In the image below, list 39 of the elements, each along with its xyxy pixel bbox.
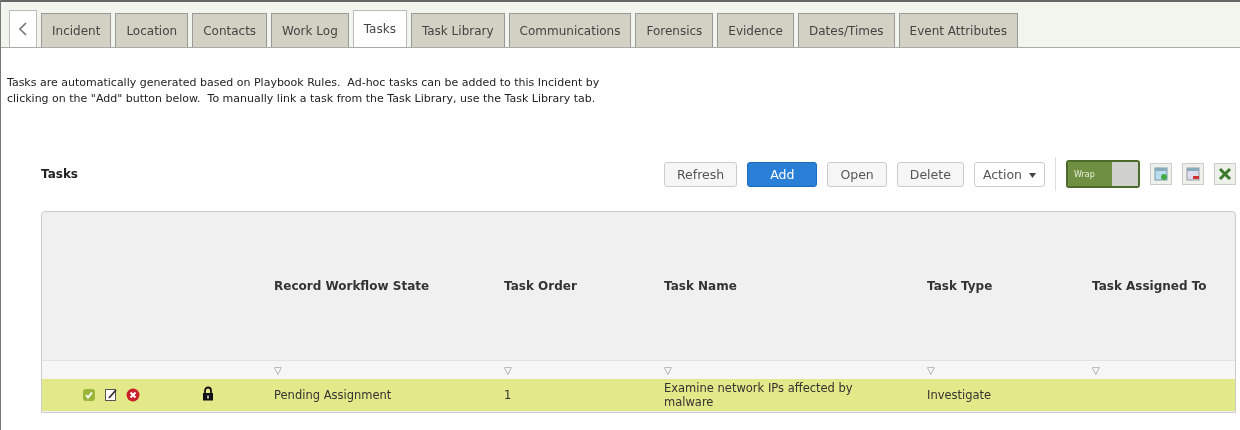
delete-icon[interactable] (126, 388, 140, 402)
table-cell: Pending Assignment (274, 388, 392, 402)
table-row[interactable]: Pending Assignment 1 Examine network IPs affected by malware Investigate (42, 379, 1235, 411)
intro-text: Tasks are automatically generated based on Playbook Rules. Ad-hoc tasks can be added to this Incident by clicking on the "Add" button below. To manually link a task from the Task Library, use the Task Library tab. (7, 75, 601, 107)
action-dropdown[interactable]: Action (973, 161, 1045, 187)
tab[interactable]: Tasks (352, 10, 407, 47)
filter-icon[interactable]: ▽ (664, 364, 672, 376)
tab[interactable]: Incident (41, 13, 112, 47)
tab[interactable]: Work Log (271, 13, 349, 47)
toolbar-button[interactable]: Add (747, 161, 818, 187)
column-header[interactable]: Task Name (664, 279, 927, 293)
filter-icon[interactable]: ▽ (274, 364, 282, 376)
toolbar-button[interactable]: Delete (896, 161, 964, 187)
toolbar-button[interactable]: Refresh (664, 161, 738, 187)
tab[interactable]: Task Library (410, 13, 505, 47)
column-header[interactable]: Task Assigned To (1092, 279, 1235, 293)
table-cell: Investigate (927, 388, 992, 402)
caret-icon (1029, 172, 1036, 178)
filter-icon[interactable]: ▽ (1092, 364, 1100, 376)
tab[interactable]: Evidence (717, 13, 794, 47)
filter-icon[interactable]: ▽ (504, 364, 512, 376)
edit-icon[interactable] (104, 388, 118, 402)
scroll-left-button[interactable] (9, 10, 37, 47)
filter-icon[interactable]: ▽ (927, 364, 935, 376)
section-title: Tasks (41, 167, 78, 181)
chevron-left-icon (19, 22, 27, 36)
column-header[interactable]: Record Workflow State (274, 279, 504, 293)
table-cell-text: Examine network IPs affected by malware (664, 381, 854, 409)
tab[interactable]: Event Attributes (898, 13, 1018, 47)
toolbar-button[interactable]: Open (827, 161, 887, 187)
tab[interactable]: Location (115, 13, 189, 47)
column-header[interactable]: Task Type (927, 279, 1092, 293)
table-cell: 1 (504, 388, 512, 402)
tab[interactable]: Contacts (192, 13, 268, 47)
tab[interactable]: Dates/Times (797, 13, 895, 47)
column-header[interactable]: Task Order (504, 279, 664, 293)
checkmark-icon[interactable] (82, 388, 96, 402)
tab[interactable]: Communications (508, 13, 632, 47)
tab[interactable]: Forensics (635, 13, 714, 47)
